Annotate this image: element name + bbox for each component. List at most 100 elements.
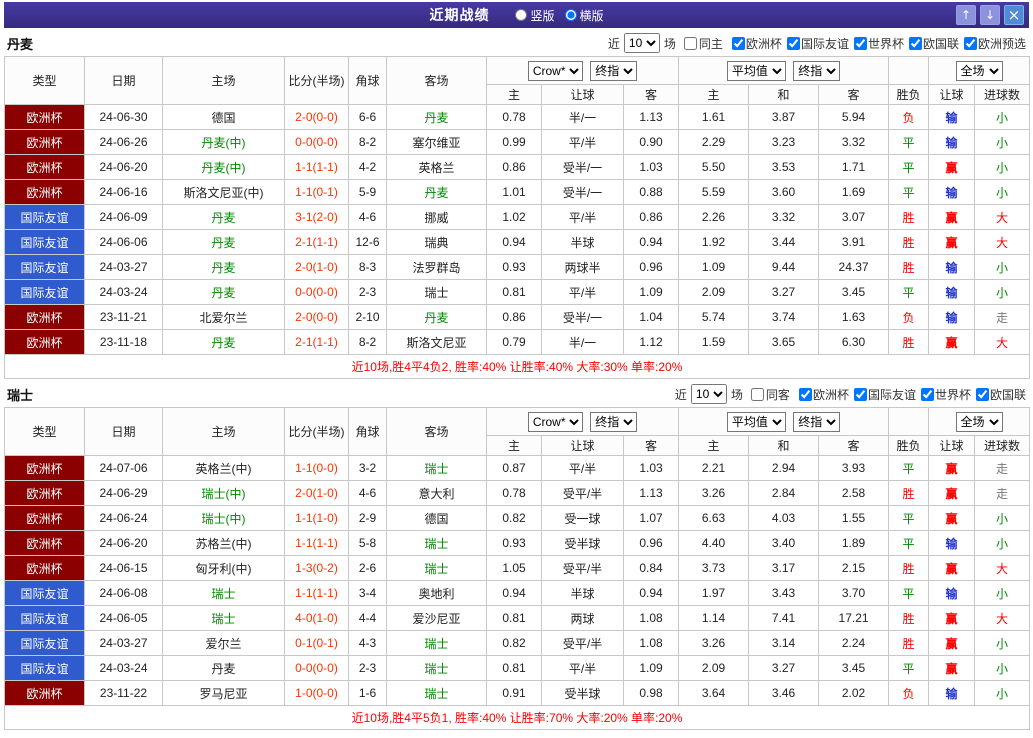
home-team-cell: 丹麦 (162, 254, 285, 280)
move-down-button[interactable]: ↓ (980, 5, 1000, 25)
away-odds-cell: 1.09 (622, 655, 680, 681)
result-cell: 胜 (888, 605, 930, 631)
competition-checkbox[interactable] (853, 36, 867, 50)
same-venue-checkbox[interactable] (750, 387, 764, 401)
goals-cell: 小 (974, 129, 1031, 155)
competition-checkbox[interactable] (786, 36, 800, 50)
avg-home-cell: 2.09 (678, 655, 750, 681)
match-row: 欧洲杯 23-11-18 丹麦 2-1(1-1) 8-2 斯洛文尼亚 0.79 半/一 1.12… (4, 329, 1031, 355)
handicap-cell: 半球 (541, 229, 624, 255)
competition-filter[interactable]: 世界杯 (916, 386, 971, 403)
move-up-button[interactable]: ↑ (956, 5, 976, 25)
match-row: 欧洲杯 24-06-20 丹麦(中) 1-1(1-1) 4-2 英格兰 0.86 受半/一 1.… (4, 154, 1031, 180)
bookmaker-select[interactable]: Crow* (527, 60, 583, 81)
competition-checkbox[interactable] (975, 387, 989, 401)
corners-cell: 5-8 (348, 530, 387, 556)
avg-away-cell: 2.58 (818, 480, 890, 506)
layout-mode-vertical[interactable]: 竖版 (515, 7, 555, 24)
competition-label: 欧国联 (989, 387, 1026, 402)
col-avg-home: 主 (678, 435, 750, 456)
date-cell: 24-03-27 (84, 630, 163, 656)
away-odds-cell: 0.94 (622, 580, 680, 606)
horizontal-radio[interactable] (564, 9, 577, 21)
bookmaker-select[interactable]: Crow* (527, 411, 583, 432)
away-odds-cell: 1.09 (622, 279, 680, 305)
avg-draw-cell: 3.87 (748, 104, 820, 130)
handicap-result-cell: 输 (928, 680, 976, 706)
goals-cell: 小 (974, 655, 1031, 681)
competition-checkbox[interactable] (853, 387, 867, 401)
match-count-select[interactable]: 10 (690, 384, 727, 404)
layout-mode-horizontal[interactable]: 横版 (564, 7, 604, 24)
avg-home-cell: 2.26 (678, 204, 750, 230)
corners-cell: 4-6 (348, 204, 387, 230)
goals-cell: 小 (974, 580, 1031, 606)
avg-draw-cell: 2.84 (748, 480, 820, 506)
col-odds-handicap: 让球 (541, 84, 624, 105)
competition-filter[interactable]: 欧国联 (971, 386, 1026, 403)
col-odds-away: 客 (622, 84, 680, 105)
competition-filter[interactable]: 国际友谊 (782, 35, 849, 52)
empty-header-cell (888, 407, 930, 436)
average-stage-select[interactable]: 终指 (793, 60, 841, 81)
avg-draw-cell: 3.27 (748, 655, 820, 681)
corners-cell: 4-2 (348, 154, 387, 180)
average-select[interactable]: 平均值 (726, 60, 786, 81)
avg-away-cell: 3.07 (818, 204, 890, 230)
competition-checkbox[interactable] (908, 36, 922, 50)
handicap-result-cell: 赢 (928, 480, 976, 506)
goals-cell: 小 (974, 680, 1031, 706)
same-venue-filter[interactable]: 同客 (750, 386, 790, 403)
competition-checkbox[interactable] (963, 36, 977, 50)
home-odds-cell: 0.86 (486, 304, 542, 330)
competition-filter[interactable]: 世界杯 (849, 35, 904, 52)
competition-filter[interactable]: 国际友谊 (849, 386, 916, 403)
result-cell: 平 (888, 129, 930, 155)
home-odds-cell: 0.82 (486, 630, 542, 656)
date-cell: 23-11-22 (84, 680, 163, 706)
close-button[interactable]: × (1004, 5, 1024, 25)
date-cell: 24-06-30 (84, 104, 163, 130)
vertical-radio-label: 竖版 (530, 8, 555, 23)
competition-filter[interactable]: 欧洲杯 (794, 386, 849, 403)
average-stage-select[interactable]: 终指 (793, 411, 841, 432)
scope-control-cell: 全场 (928, 407, 1031, 436)
goals-cell: 走 (974, 480, 1031, 506)
section-header: 瑞士 近 10 场 同客 欧洲杯 国际友谊 世界杯 欧国联 (4, 381, 1029, 407)
col-home: 主场 (162, 56, 285, 105)
away-team-cell: 瑞士 (386, 279, 487, 305)
scope-select[interactable]: 全场 (955, 60, 1003, 81)
handicap-cell: 受平/半 (541, 630, 624, 656)
odds-stage-select[interactable]: 终指 (590, 411, 638, 432)
competition-checkbox[interactable] (798, 387, 812, 401)
odds-stage-select[interactable]: 终指 (590, 60, 638, 81)
summary-row: 近10场,胜4平5负1, 胜率:40% 让胜率:70% 大率:20% 单率:20… (3, 705, 1031, 730)
handicap-result-cell: 赢 (928, 605, 976, 631)
result-cell: 平 (888, 655, 930, 681)
competition-filter[interactable]: 欧洲杯 (727, 35, 782, 52)
date-cell: 24-06-09 (84, 204, 163, 230)
match-count-select[interactable]: 10 (623, 33, 660, 53)
result-cell: 平 (888, 279, 930, 305)
competition-filter[interactable]: 欧国联 (904, 35, 959, 52)
home-team-cell: 丹麦(中) (162, 154, 285, 180)
away-team-cell: 爱沙尼亚 (386, 605, 487, 631)
type-cell: 欧洲杯 (4, 304, 85, 330)
average-select[interactable]: 平均值 (726, 411, 786, 432)
competition-checkbox[interactable] (731, 36, 745, 50)
date-cell: 24-06-26 (84, 129, 163, 155)
vertical-radio[interactable] (515, 9, 528, 21)
same-venue-filter[interactable]: 同主 (683, 35, 723, 52)
type-cell: 国际友谊 (4, 655, 85, 681)
empty-header-cell (888, 56, 930, 85)
handicap-cell: 受平/半 (541, 480, 624, 506)
competition-filter[interactable]: 欧洲预选 (959, 35, 1026, 52)
avg-draw-cell: 3.43 (748, 580, 820, 606)
avg-home-cell: 1.14 (678, 605, 750, 631)
scope-select[interactable]: 全场 (955, 411, 1003, 432)
col-away: 客场 (386, 407, 487, 456)
titlebar-buttons: ↑ ↓ × (956, 5, 1024, 25)
competition-checkbox[interactable] (920, 387, 934, 401)
same-venue-checkbox[interactable] (683, 36, 697, 50)
avg-home-cell: 5.50 (678, 154, 750, 180)
